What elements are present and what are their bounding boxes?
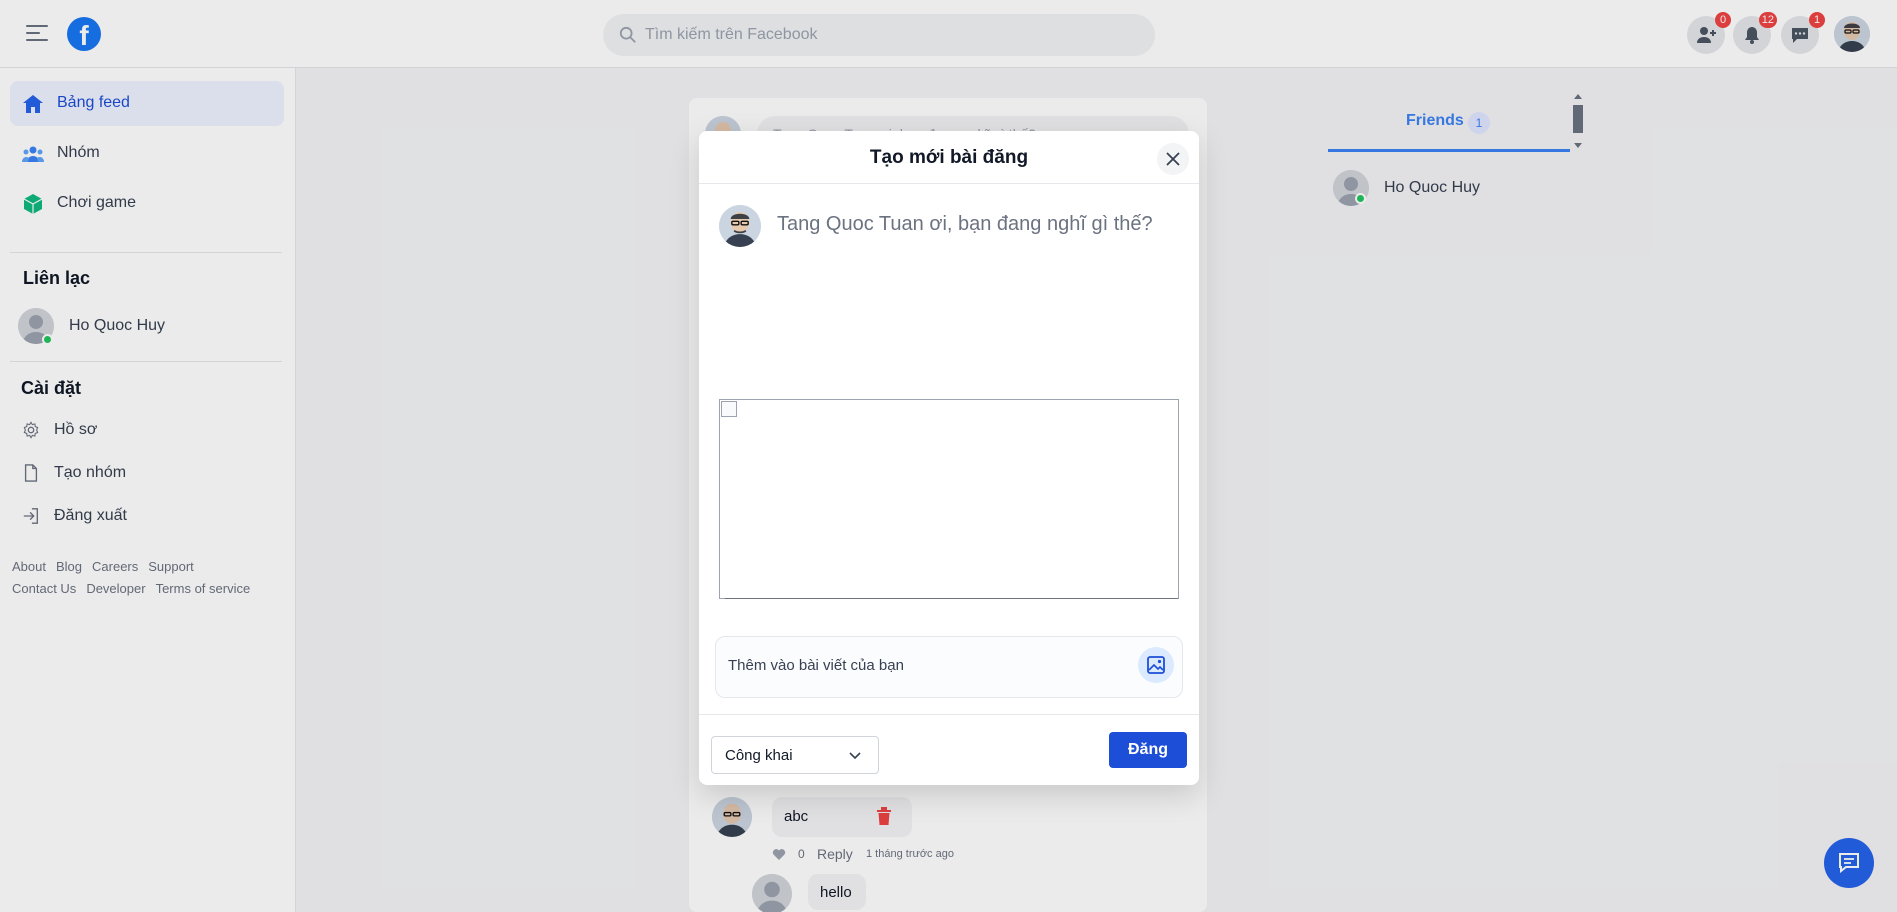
close-icon	[1166, 152, 1180, 166]
modal-title: Tạo mới bài đăng	[869, 147, 1029, 168]
divider	[699, 183, 1199, 184]
close-button[interactable]	[1157, 143, 1189, 175]
post-button[interactable]: Đăng	[1109, 732, 1187, 768]
create-post-modal: Tạo mới bài đăng Tang Quoc Tuan ơi, bạn …	[699, 131, 1199, 785]
privacy-select[interactable]: Công khai	[711, 736, 879, 774]
image-icon	[1147, 656, 1165, 674]
chevron-down-icon	[849, 752, 861, 760]
user-photo-icon	[719, 205, 761, 247]
add-to-post-bar: Thêm vào bài viết của bạn	[715, 636, 1183, 698]
divider	[725, 598, 1178, 599]
add-to-post-label: Thêm vào bài viết của bạn	[728, 657, 904, 674]
image-preview	[719, 399, 1179, 599]
post-text-input[interactable]: Tang Quoc Tuan ơi, bạn đang nghĩ gì thế?	[777, 213, 1187, 236]
privacy-value: Công khai	[725, 747, 793, 764]
add-photo-button[interactable]	[1138, 647, 1174, 683]
broken-image-icon	[721, 401, 737, 417]
divider	[699, 714, 1199, 715]
author-avatar	[719, 205, 761, 247]
